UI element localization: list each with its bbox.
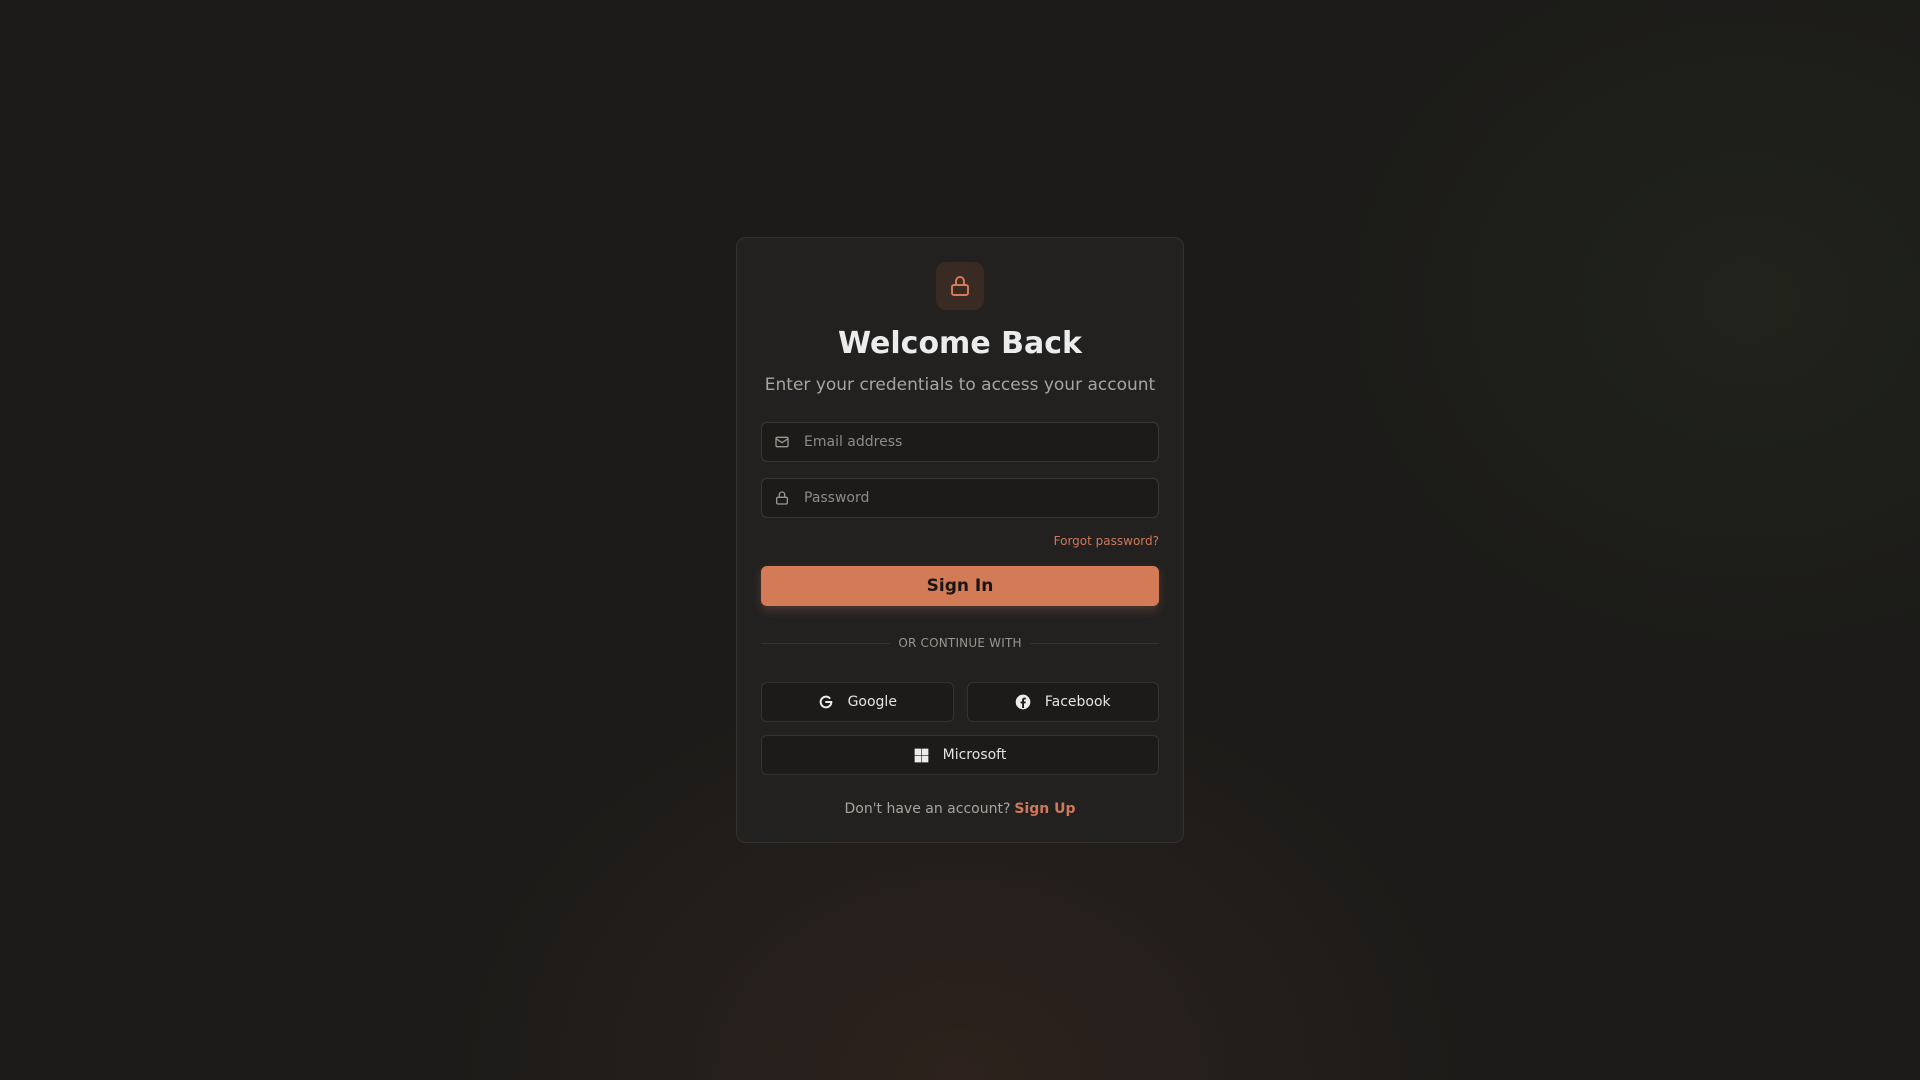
password-field[interactable] <box>761 478 1159 518</box>
divider: OR CONTINUE WITH <box>761 636 1160 650</box>
google-button[interactable]: Google <box>761 682 954 722</box>
page-title: Welcome Back <box>838 326 1082 361</box>
email-field[interactable] <box>761 422 1159 462</box>
forgot-row: Forgot password? <box>761 534 1159 548</box>
lock-icon <box>776 491 788 505</box>
microsoft-icon <box>914 748 929 762</box>
divider-line <box>1029 642 1160 644</box>
microsoft-button[interactable]: Microsoft <box>761 735 1159 775</box>
lock-icon <box>951 276 969 296</box>
forgot-password-link[interactable]: Forgot password? <box>1054 534 1159 548</box>
google-icon <box>819 695 832 709</box>
microsoft-label: Microsoft <box>942 747 1007 763</box>
facebook-icon <box>1015 694 1031 710</box>
sign-in-button[interactable]: Sign In <box>761 566 1159 606</box>
google-label: Google <box>847 694 897 710</box>
mail-icon <box>775 436 789 448</box>
lock-badge <box>936 262 984 310</box>
sign-up-link[interactable]: Sign Up <box>1014 801 1075 817</box>
password-input[interactable] <box>804 490 1134 506</box>
signup-prompt: Don't have an account? Sign Up <box>844 801 1075 817</box>
facebook-button[interactable]: Facebook <box>966 682 1159 722</box>
divider-line <box>761 642 891 644</box>
email-input[interactable] <box>804 434 1134 450</box>
facebook-label: Facebook <box>1044 694 1111 710</box>
signup-prompt-text: Don't have an account? <box>844 801 1011 817</box>
login-card: Welcome Back Enter your credentials to a… <box>736 237 1184 843</box>
social-row: Google Facebook <box>761 682 1159 722</box>
page-subtitle: Enter your credentials to access your ac… <box>764 375 1156 395</box>
divider-label: OR CONTINUE WITH <box>898 636 1022 650</box>
